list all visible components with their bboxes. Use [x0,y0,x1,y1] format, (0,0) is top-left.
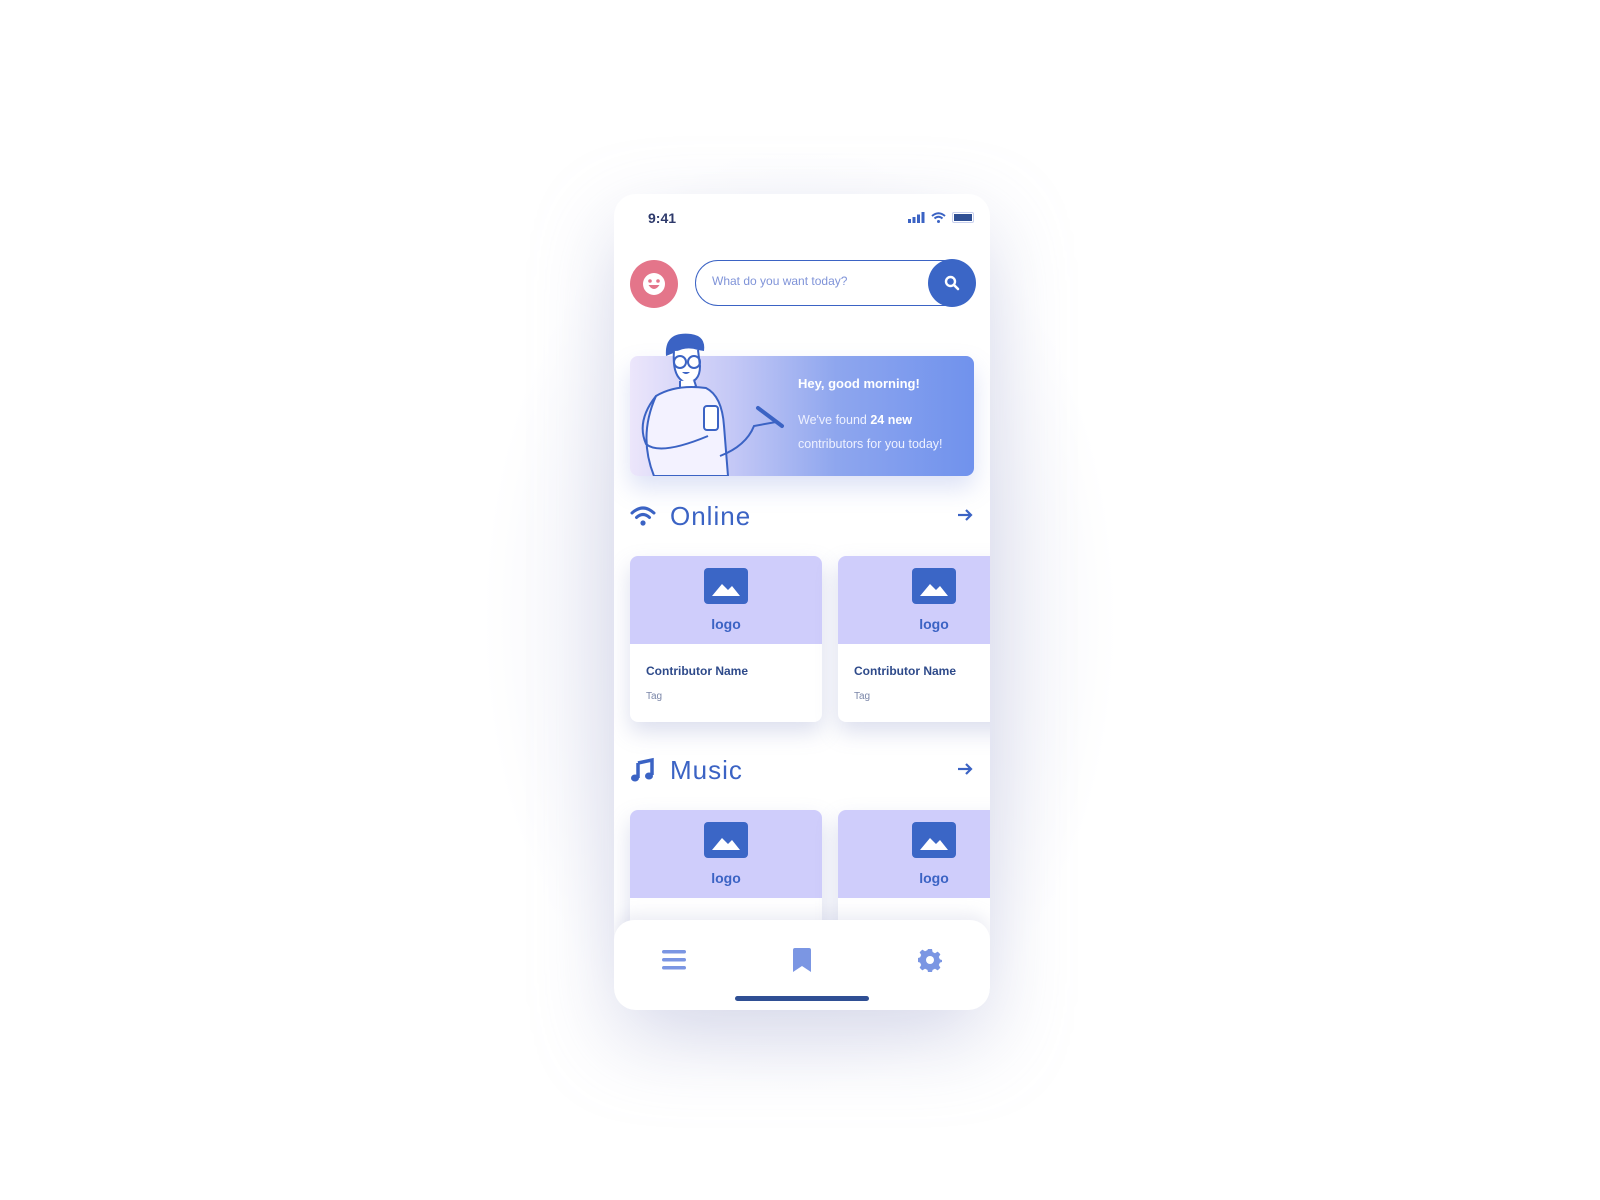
card-logo-area: logo [838,810,990,898]
nav-menu[interactable] [654,940,694,980]
search-button[interactable] [928,259,976,307]
contributor-card[interactable]: logo Contributor Name Tag [630,556,822,722]
section-title: Online [670,500,752,531]
avatar[interactable] [630,260,678,308]
banner-greeting: Hey, good morning! [798,376,920,391]
search-input[interactable] [710,273,914,289]
banner-highlight: 24 new [870,413,913,427]
arrow-right-icon[interactable] [956,760,974,778]
search-bar [695,259,976,307]
nav-settings[interactable] [910,940,950,980]
image-icon [704,822,748,858]
bottom-nav [614,920,990,1010]
smiley-face-icon [643,273,665,295]
image-icon [912,568,956,604]
phone-screen: 9:41 Hey, good morning! We've found 24 n… [614,194,990,1010]
status-time: 9:41 [648,210,677,226]
nav-bookmark[interactable] [782,940,822,980]
card-logo-area: logo [630,810,822,898]
signal-icon [908,212,925,223]
battery-icon [952,212,974,223]
image-icon [704,568,748,604]
section-header-online: Online [630,500,974,532]
card-logo-area: logo [838,556,990,644]
card-logo-label: logo [919,616,949,632]
section-header-music: Music [630,754,974,786]
home-indicator[interactable] [735,996,869,1001]
image-icon [912,822,956,858]
contributor-name: Contributor Name [646,664,748,678]
banner-text-prefix: We've found [798,413,871,427]
contributor-tag: Tag [646,691,663,702]
status-bar: 9:41 [614,194,990,244]
arrow-right-icon[interactable] [956,506,974,524]
contributor-card[interactable]: logo Contributor Name Tag [838,556,990,722]
gear-icon [918,949,942,972]
card-logo-label: logo [711,870,741,886]
card-logo-area: logo [630,556,822,644]
menu-icon [662,950,686,970]
bookmark-icon [793,948,811,972]
banner-message: We've found 24 new contributors for you … [798,408,970,456]
contributor-tag: Tag [854,691,871,702]
contributor-name: Contributor Name [854,664,956,678]
search-icon [944,275,960,291]
status-icons [908,212,974,223]
wifi-icon [931,212,946,223]
man-illustration [641,333,784,476]
banner-text-suffix: contributors for you today! [798,437,943,451]
card-logo-label: logo [711,616,741,632]
music-note-icon [631,757,654,782]
wifi-icon [630,506,656,526]
section-title: Music [670,754,743,785]
card-logo-label: logo [919,870,949,886]
